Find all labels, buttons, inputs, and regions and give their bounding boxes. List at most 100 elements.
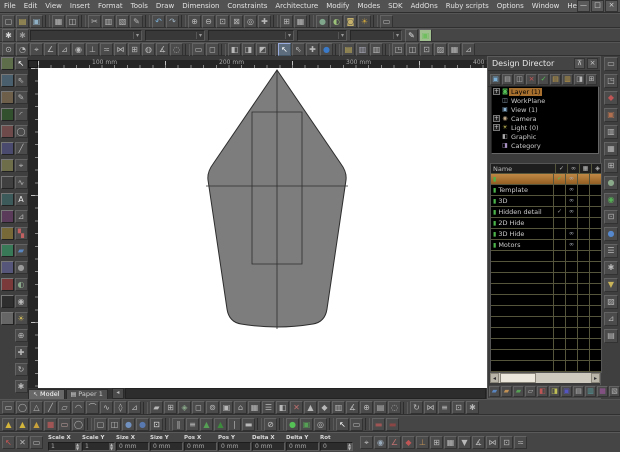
tolerance-stat-icon[interactable]: ≍	[514, 436, 527, 449]
ring-icon[interactable]: ◯	[72, 417, 85, 431]
thumb-11-icon[interactable]	[0, 227, 14, 240]
table-row-empty[interactable]	[491, 361, 601, 372]
block-palette-icon[interactable]: ▥	[356, 43, 369, 56]
dd-view-4-icon[interactable]: ▱	[525, 386, 536, 397]
sphere-3d-icon[interactable]: ◯	[16, 401, 29, 414]
snap-center-icon[interactable]: ⌖	[30, 43, 43, 56]
active-check-cell[interactable]	[554, 218, 566, 228]
rings-gray-icon[interactable]: ◎	[314, 417, 327, 431]
thumb-12-icon[interactable]	[0, 244, 14, 257]
tree-item-category[interactable]: ◨ Category	[492, 141, 598, 150]
text-icon[interactable]: A	[14, 193, 28, 206]
dot-3d-icon[interactable]: ◌	[388, 401, 401, 414]
table-row-empty[interactable]	[491, 328, 601, 339]
snap-nearest-icon[interactable]: ◉	[72, 43, 85, 56]
paste-icon[interactable]: ▧	[116, 14, 129, 28]
visible-cell[interactable]: ∞	[566, 196, 578, 206]
snap-none-icon[interactable]: ◌	[170, 43, 183, 56]
tree-item-view-1-[interactable]: ▣ View (1)	[492, 105, 598, 114]
pan-hand-icon[interactable]: ✚	[306, 43, 319, 56]
visible-cell[interactable]	[566, 218, 578, 228]
poly-3d-icon[interactable]: ▱	[58, 401, 71, 414]
dd-view-8-icon[interactable]: ▤	[573, 386, 584, 397]
block-red-icon[interactable]: ■	[44, 417, 57, 431]
library-panel-icon[interactable]: ▦	[604, 142, 618, 156]
visible-cell[interactable]: ∞	[566, 185, 578, 195]
print-icon[interactable]: ▦	[52, 14, 65, 28]
pos-y-input[interactable]: 0 mm	[218, 441, 251, 451]
thumb-7-icon[interactable]	[0, 159, 14, 172]
zoom-window-icon[interactable]: ⊡	[216, 14, 229, 28]
dd-apply-icon[interactable]: ✓	[538, 73, 549, 85]
mirror-3d-icon[interactable]: ⋈	[424, 401, 437, 414]
visible-cell[interactable]: ∞	[566, 174, 578, 184]
maximize-icon[interactable]: □	[591, 0, 604, 12]
dd-view-7-icon[interactable]: ▣	[561, 386, 572, 397]
tree-green-1-icon[interactable]: ▲	[200, 417, 213, 431]
circle-icon[interactable]: ◯	[14, 125, 28, 138]
dimension-icon[interactable]: ⊿	[14, 210, 28, 223]
color-cell[interactable]	[590, 185, 601, 195]
color-palette-icon[interactable]: ▚	[14, 227, 28, 240]
color-cell[interactable]	[590, 207, 601, 217]
dd-folder-open-icon[interactable]: ▤	[550, 73, 561, 85]
grid-panel-icon[interactable]: ⊞	[604, 159, 618, 173]
tree-item-light-0-[interactable]: + ☀ Light (0)	[492, 123, 598, 132]
slice-icon[interactable]: ◧	[276, 401, 289, 414]
delta-x-input[interactable]: 0 mm	[252, 441, 285, 451]
brush-style-icon[interactable]: ▰	[14, 244, 28, 257]
snap-grid-point-icon[interactable]: ⊞	[128, 43, 141, 56]
line-icon[interactable]: ╱	[14, 142, 28, 155]
rotate-view-icon[interactable]: ↻	[14, 363, 28, 376]
mesh-icon[interactable]: ▦	[248, 401, 261, 414]
array-3d-icon[interactable]: ⊡	[452, 401, 465, 414]
dd-view-5-icon[interactable]: ◧	[537, 386, 548, 397]
pan-icon[interactable]: ✚	[258, 14, 271, 28]
print-preview-icon[interactable]: ◫	[66, 14, 79, 28]
chevron-down-icon[interactable]: ▾	[195, 32, 204, 39]
style-combo[interactable]: ▾	[30, 30, 142, 41]
zoom-out-icon[interactable]: ⊖	[202, 14, 215, 28]
snap-intersection-icon[interactable]: ⋈	[114, 43, 127, 56]
grid-icon[interactable]: ⊞	[280, 14, 293, 28]
apply-material-icon[interactable]: ▣	[419, 29, 432, 42]
style-manager-icon[interactable]: ✱	[16, 29, 29, 42]
active-check-cell[interactable]: ✓	[554, 207, 566, 217]
orbit-globe-icon[interactable]: ●	[320, 43, 333, 56]
internet-palette-icon[interactable]: ●	[604, 176, 618, 190]
coord-abs-icon[interactable]: ⌖	[360, 436, 373, 449]
print-cell[interactable]	[578, 185, 590, 195]
menu-architecture[interactable]: Architecture	[271, 0, 322, 12]
print-cell[interactable]	[578, 218, 590, 228]
color-cell[interactable]	[590, 218, 601, 228]
sweep-icon[interactable]: ▣	[220, 401, 233, 414]
thumb-10-icon[interactable]	[0, 210, 14, 223]
rotate-3d-icon[interactable]: ↻	[410, 401, 423, 414]
rot-spinner[interactable]: ▲ ▼	[347, 442, 352, 450]
table-row-selected[interactable]: ▮ ✓ ∞	[491, 174, 601, 185]
list-panel-icon[interactable]: ☰	[604, 244, 618, 258]
table-row-empty[interactable]	[491, 262, 601, 273]
zoom-tool-icon[interactable]: ⊕	[14, 329, 28, 342]
close-icon[interactable]: ×	[605, 0, 618, 12]
select-lasso-icon[interactable]: ◻	[206, 43, 219, 56]
snap-aperture-icon[interactable]: ◍	[142, 43, 155, 56]
camera-view-icon[interactable]: ◉	[14, 295, 28, 308]
dd-options-icon[interactable]: ◨	[574, 73, 585, 85]
grid-toggle-icon[interactable]: ⊞	[430, 436, 443, 449]
pin-icon[interactable]: ⊼	[574, 58, 585, 69]
color-cell[interactable]	[590, 229, 601, 239]
angle-3d-icon[interactable]: ∡	[346, 401, 359, 414]
expand-icon[interactable]: +	[493, 115, 500, 122]
revolve-icon[interactable]: ⊚	[206, 401, 219, 414]
settings-panel-icon[interactable]: ✱	[604, 261, 618, 275]
box-3d-icon[interactable]: ▭	[2, 401, 15, 414]
pick-arrow-icon[interactable]: ↖	[336, 417, 349, 431]
workplane-tool-icon[interactable]: ◳	[392, 43, 405, 56]
arc-icon[interactable]: ◜	[14, 108, 28, 121]
select-open-icon[interactable]: ⇖	[292, 43, 305, 56]
filter-panel-icon[interactable]: ▼	[604, 278, 618, 292]
layer-name-cell[interactable]: ▮ 2D Hide	[491, 218, 554, 228]
extrude-tool-icon[interactable]: ⊡	[420, 43, 433, 56]
color-cell[interactable]	[590, 240, 601, 250]
